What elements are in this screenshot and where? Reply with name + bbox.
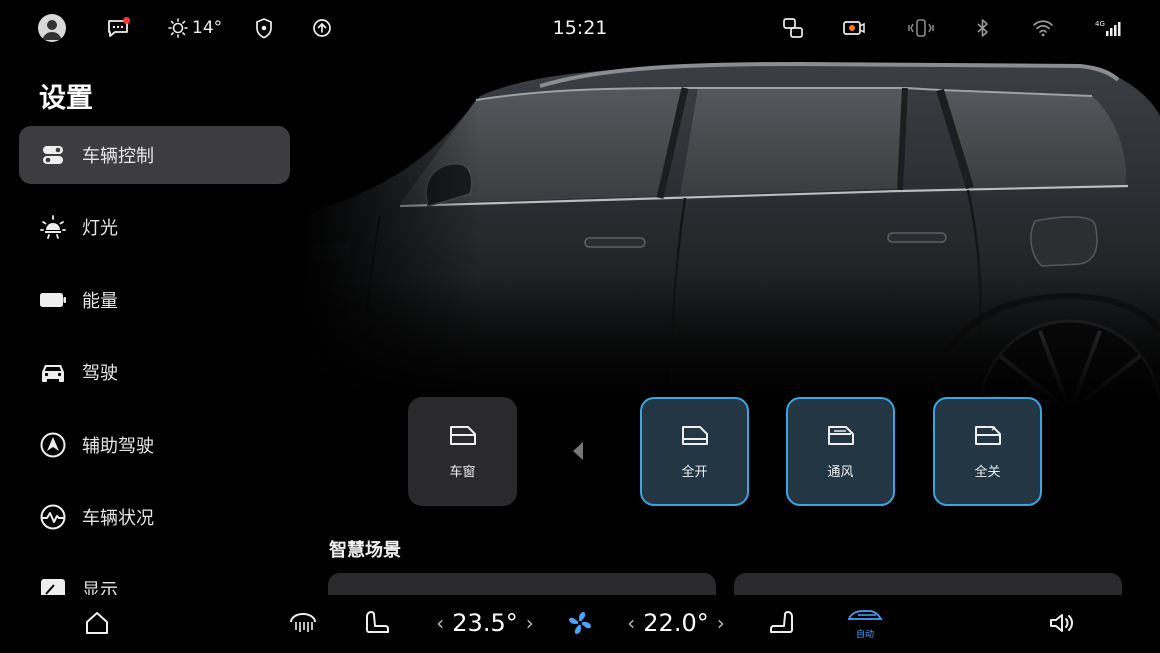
window-option-label: 全开 <box>681 465 708 480</box>
assist-drive-icon <box>39 431 67 459</box>
sidebar-item-label: 能量 <box>82 291 118 312</box>
passenger-temp-increase[interactable]: › <box>717 611 725 635</box>
sidebar-item-label: 驾驶 <box>82 363 118 384</box>
vibrate-icon[interactable] <box>907 14 935 42</box>
sidebar-item-vehicle-status[interactable]: 车辆状况 <box>19 488 290 546</box>
passenger-seat-icon[interactable] <box>767 605 797 641</box>
window-vent-icon <box>827 426 854 445</box>
dashcam-icon[interactable] <box>842 14 866 42</box>
sidebar-item-label: 车辆控制 <box>82 146 154 167</box>
sidebar-item-lights[interactable]: 灯光 <box>19 198 290 256</box>
display-icon <box>39 575 67 595</box>
sidebar-item-label: 显示 <box>82 580 118 595</box>
clock-text: 15:21 <box>552 17 608 39</box>
upload-icon[interactable] <box>312 14 332 42</box>
bluetooth-icon[interactable] <box>976 14 990 42</box>
collapse-arrow-icon[interactable] <box>572 441 584 461</box>
toggle-switches-icon <box>39 141 67 169</box>
car-airflow-icon <box>847 610 883 620</box>
driver-temp-control: ‹ 23.5° › <box>432 605 538 641</box>
network-label: 4G <box>1095 20 1105 28</box>
pulse-icon <box>39 503 67 531</box>
passenger-temp-value: 22.0° <box>643 609 709 637</box>
screen-cast-icon[interactable] <box>782 14 804 42</box>
window-fully-close-button[interactable]: 全关 <box>933 397 1042 506</box>
sidebar-item-assisted-driving[interactable]: 辅助驾驶 <box>19 416 290 474</box>
passenger-temp-control: ‹ 22.0° › <box>626 605 726 641</box>
sidebar-item-label: 辅助驾驶 <box>82 436 154 457</box>
driver-seat-icon[interactable] <box>362 605 392 641</box>
car-window-icon <box>449 426 476 445</box>
sidebar-item-label: 车辆状况 <box>82 508 154 529</box>
car-illustration <box>300 56 1160 406</box>
passenger-temp-decrease[interactable]: ‹ <box>627 611 635 635</box>
window-close-icon <box>974 426 1001 445</box>
smart-scenes-title: 智慧场景 <box>329 540 401 561</box>
window-option-label: 全关 <box>974 465 1001 480</box>
driver-temp-value: 23.5° <box>452 609 518 637</box>
sidebar-item-vehicle-control[interactable]: 车辆控制 <box>19 126 290 184</box>
volume-icon[interactable] <box>1047 605 1077 641</box>
sidebar-item-label: 灯光 <box>82 218 118 239</box>
window-control-button[interactable]: 车窗 <box>408 397 517 506</box>
battery-icon <box>39 286 67 314</box>
home-icon[interactable] <box>82 605 112 641</box>
wifi-icon[interactable] <box>1032 14 1054 42</box>
bottom-dock: ‹ 23.5° › ‹ 22.0° › 自动 <box>0 595 1160 653</box>
window-control-label: 车窗 <box>449 465 476 480</box>
driver-temp-increase[interactable]: › <box>526 611 534 635</box>
rear-defrost-icon[interactable] <box>287 605 319 641</box>
window-open-icon <box>681 426 708 445</box>
fan-icon[interactable] <box>565 605 595 641</box>
sidebar-item-energy[interactable]: 能量 <box>19 271 290 329</box>
auto-label: 自动 <box>855 630 874 640</box>
sidebar: 车辆控制 灯光 能量 驾驶 辅助驾驶 车辆状况 显示 <box>0 0 300 595</box>
light-icon <box>39 213 67 241</box>
sidebar-item-display[interactable]: 显示 <box>19 560 290 595</box>
signal-4g-icon: 4G <box>1094 14 1122 42</box>
auto-climate-button[interactable]: 自动 <box>845 605 885 641</box>
sidebar-item-driving[interactable]: 驾驶 <box>19 343 290 401</box>
window-ventilate-button[interactable]: 通风 <box>786 397 895 506</box>
window-option-label: 通风 <box>827 465 854 480</box>
car-front-icon <box>39 358 67 386</box>
driver-temp-decrease[interactable]: ‹ <box>436 611 444 635</box>
window-fully-open-button[interactable]: 全开 <box>640 397 749 506</box>
